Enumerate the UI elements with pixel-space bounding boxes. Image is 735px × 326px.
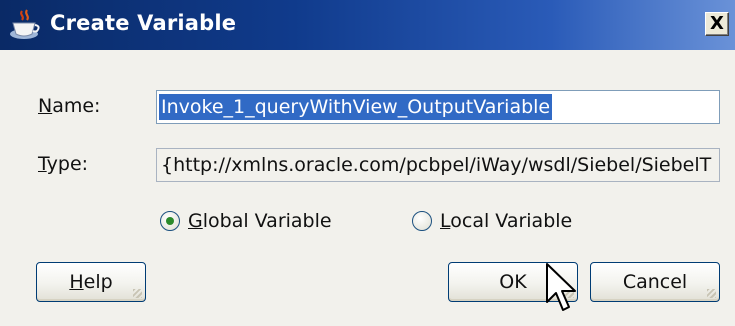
global-variable-label[interactable]: Global Variable xyxy=(188,210,332,232)
ok-button-label: OK xyxy=(499,271,527,293)
cancel-button[interactable]: Cancel xyxy=(590,262,720,302)
title-bar: Create Variable X xyxy=(0,0,735,50)
type-label-mnemonic: T xyxy=(38,153,47,175)
global-variable-radio-button[interactable] xyxy=(160,211,180,231)
help-text: elp xyxy=(83,271,113,293)
local-variable-radio-button[interactable] xyxy=(412,211,432,231)
type-label-text: ype: xyxy=(46,153,89,175)
mouse-pointer-icon xyxy=(546,263,576,311)
type-field-value: {http://xmlns.oracle.com/pcbpel/iWay/wsd… xyxy=(161,154,712,176)
local-variable-text: ocal Variable xyxy=(450,210,573,232)
global-variable-radio[interactable]: Global Variable xyxy=(160,210,332,232)
type-label: Type: xyxy=(38,153,88,175)
name-input[interactable]: Invoke_1_queryWithView_OutputVariable xyxy=(156,90,720,124)
name-label: Name: xyxy=(38,95,100,117)
dialog-title: Create Variable xyxy=(50,11,237,35)
local-variable-mnemonic: L xyxy=(440,210,451,232)
name-input-value: Invoke_1_queryWithView_OutputVariable xyxy=(157,93,554,121)
type-field[interactable]: {http://xmlns.oracle.com/pcbpel/iWay/wsd… xyxy=(156,148,720,182)
local-variable-label[interactable]: Local Variable xyxy=(440,210,572,232)
global-variable-mnemonic: G xyxy=(188,210,203,232)
help-button[interactable]: Help xyxy=(36,262,146,302)
global-variable-text: lobal Variable xyxy=(202,210,332,232)
button-grip xyxy=(707,289,716,298)
local-variable-radio[interactable]: Local Variable xyxy=(412,210,572,232)
help-mnemonic: H xyxy=(69,271,84,293)
name-label-text: ame: xyxy=(52,95,101,117)
close-icon: X xyxy=(710,13,724,34)
coffee-cup-icon xyxy=(10,9,40,39)
cancel-button-label: Cancel xyxy=(622,271,688,293)
name-label-mnemonic: N xyxy=(38,95,53,117)
close-button[interactable]: X xyxy=(705,12,729,36)
button-grip xyxy=(133,289,142,298)
help-button-label: Help xyxy=(69,271,112,293)
